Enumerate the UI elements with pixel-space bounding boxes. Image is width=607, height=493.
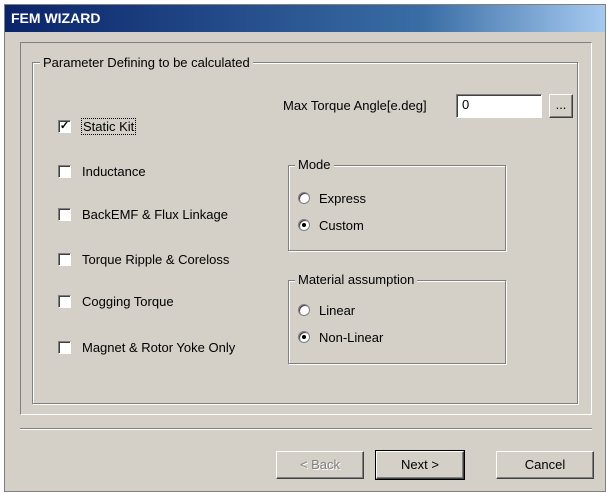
- radio-button[interactable]: [298, 304, 310, 316]
- footer-separator: [20, 428, 592, 430]
- checkbox-static-kit[interactable]: ✓ Static Kit: [58, 117, 137, 135]
- material-groupbox: [288, 280, 506, 364]
- checkbox-box[interactable]: ✓: [58, 119, 71, 133]
- radio-express[interactable]: Express: [298, 189, 366, 207]
- radio-selected-dot: [302, 335, 306, 339]
- window-title: FEM WIZARD: [5, 5, 605, 32]
- radio-selected-dot: [302, 223, 306, 227]
- max-torque-angle-label: Max Torque Angle[e.deg]: [283, 98, 427, 113]
- mode-group-title: Mode: [295, 157, 334, 172]
- checkbox-label: Torque Ripple & Coreloss: [82, 251, 230, 267]
- checkbox-box[interactable]: [58, 294, 71, 308]
- checkbox-magnet-rotor-yoke-only[interactable]: Magnet & Rotor Yoke Only: [58, 338, 235, 356]
- radio-label: Non-Linear: [319, 329, 384, 345]
- back-button[interactable]: < Back: [276, 451, 364, 479]
- radio-label: Linear: [319, 302, 356, 318]
- cancel-button[interactable]: Cancel: [496, 451, 594, 479]
- checkbox-box[interactable]: [58, 252, 71, 266]
- checkbox-label: Magnet & Rotor Yoke Only: [82, 339, 236, 355]
- radio-button[interactable]: [298, 219, 310, 231]
- browse-button[interactable]: ...: [549, 94, 573, 118]
- checkmark-icon: ✓: [59, 119, 70, 132]
- radio-button[interactable]: [298, 331, 310, 343]
- radio-non-linear[interactable]: Non-Linear: [298, 328, 383, 346]
- checkbox-label: Inductance: [82, 163, 146, 179]
- checkbox-box[interactable]: [58, 340, 71, 354]
- checkbox-torque-ripple-coreloss[interactable]: Torque Ripple & Coreloss: [58, 250, 229, 268]
- radio-custom[interactable]: Custom: [298, 216, 364, 234]
- max-torque-angle-input[interactable]: 0: [456, 94, 542, 118]
- checkbox-cogging-torque[interactable]: Cogging Torque: [58, 292, 174, 310]
- mode-groupbox: [288, 165, 506, 251]
- radio-label: Custom: [319, 217, 364, 233]
- radio-linear[interactable]: Linear: [298, 301, 355, 319]
- material-group-title: Material assumption: [295, 272, 418, 287]
- radio-button[interactable]: [298, 192, 310, 204]
- checkbox-box[interactable]: [58, 164, 71, 178]
- checkbox-label: Cogging Torque: [82, 293, 174, 309]
- checkbox-label: BackEMF & Flux Linkage: [82, 206, 228, 222]
- checkbox-backemf-flux-linkage[interactable]: BackEMF & Flux Linkage: [58, 205, 228, 223]
- parameter-group-title: Parameter Defining to be calculated: [40, 55, 253, 70]
- checkbox-inductance[interactable]: Inductance: [58, 162, 146, 180]
- checkbox-box[interactable]: [58, 207, 71, 221]
- checkbox-label: Static Kit: [80, 117, 137, 135]
- next-button[interactable]: Next >: [375, 450, 465, 480]
- radio-label: Express: [319, 190, 366, 206]
